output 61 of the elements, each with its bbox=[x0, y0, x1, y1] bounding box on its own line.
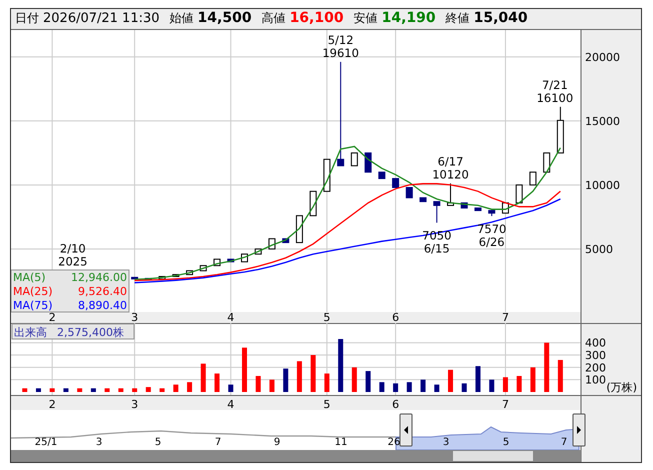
legend-value: 8,890.40 bbox=[78, 299, 127, 312]
x-axis-label: 4 bbox=[227, 398, 234, 410]
x-axis-label: 3 bbox=[131, 398, 138, 410]
legend-label: MA(75) bbox=[13, 299, 53, 312]
x-axis-label: 2 bbox=[48, 398, 56, 410]
x-axis-label: 5 bbox=[323, 398, 330, 410]
field-value: 15,040 bbox=[474, 10, 528, 26]
timeline-label: 7 bbox=[560, 437, 568, 448]
annotation-label: 7/21 bbox=[542, 78, 568, 92]
field-value: 14,500 bbox=[198, 10, 252, 26]
annotation-label: 7570 bbox=[477, 222, 506, 236]
field-label: 終値 bbox=[446, 10, 470, 27]
timeline-label: 25/1 bbox=[34, 437, 58, 448]
y-axis-label: 400 bbox=[585, 336, 606, 350]
annotation-label: 2/10 bbox=[60, 242, 86, 256]
field-label: 日付 bbox=[15, 10, 39, 27]
field-value: 16,100 bbox=[290, 10, 344, 26]
x-axis-label: 4 bbox=[227, 311, 234, 323]
legend-label: MA(25) bbox=[13, 285, 53, 298]
y-axis-label: 200 bbox=[585, 361, 606, 374]
x-axis-label: 6 bbox=[392, 398, 400, 410]
y-axis-label: 300 bbox=[585, 349, 606, 362]
y-axis-label: 20000 bbox=[585, 50, 620, 64]
timeline-label: 26 bbox=[388, 437, 400, 448]
y-axis-label: 15000 bbox=[585, 114, 620, 128]
timeline-label: 3 bbox=[442, 437, 450, 448]
timeline-label: 7 bbox=[214, 437, 222, 448]
unit-label: (万株) bbox=[606, 381, 637, 394]
annotation-label: 2025 bbox=[58, 254, 88, 269]
timeline-label: 5 bbox=[154, 437, 162, 448]
field-value: 2026/07/21 11:30 bbox=[43, 11, 160, 26]
x-axis-label: 2 bbox=[48, 311, 56, 323]
x-axis-label: 6 bbox=[392, 311, 400, 323]
field-label: 高値 bbox=[262, 10, 286, 27]
volume-title: 出来高 bbox=[14, 326, 47, 339]
y-axis-label: 10000 bbox=[585, 178, 620, 192]
legend-value: 12,946.00 bbox=[71, 271, 127, 284]
timeline-label: 5 bbox=[502, 437, 510, 448]
y-axis-label: 100 bbox=[585, 374, 606, 387]
timeline-label: 9 bbox=[274, 437, 280, 448]
annotation-label: 5/12 bbox=[328, 32, 354, 47]
annotation-label: 10120 bbox=[432, 167, 469, 182]
legend-value: 9,526.40 bbox=[78, 285, 127, 298]
field-label: 始値 bbox=[170, 10, 194, 27]
field-value: 14,190 bbox=[382, 10, 436, 26]
annotation-label: 16100 bbox=[536, 90, 574, 105]
x-axis-label: 7 bbox=[502, 311, 509, 323]
y-axis-label: 5000 bbox=[585, 242, 613, 256]
timeline-label: 11 bbox=[334, 437, 348, 448]
annotation-label: 6/15 bbox=[424, 242, 450, 256]
x-axis-label: 3 bbox=[131, 311, 138, 323]
legend-label: MA(5) bbox=[13, 271, 46, 284]
timeline-label: 3 bbox=[96, 437, 102, 448]
annotation-label: 6/26 bbox=[478, 235, 505, 250]
annotation-label: 6/17 bbox=[438, 154, 464, 168]
annotation-label: 7050 bbox=[422, 228, 452, 243]
field-label: 安値 bbox=[354, 10, 378, 27]
volume-total: 2,575,400株 bbox=[57, 326, 124, 339]
annotation-label: 19610 bbox=[322, 46, 359, 60]
x-axis-label: 5 bbox=[323, 311, 330, 323]
x-axis-label: 7 bbox=[502, 398, 509, 410]
